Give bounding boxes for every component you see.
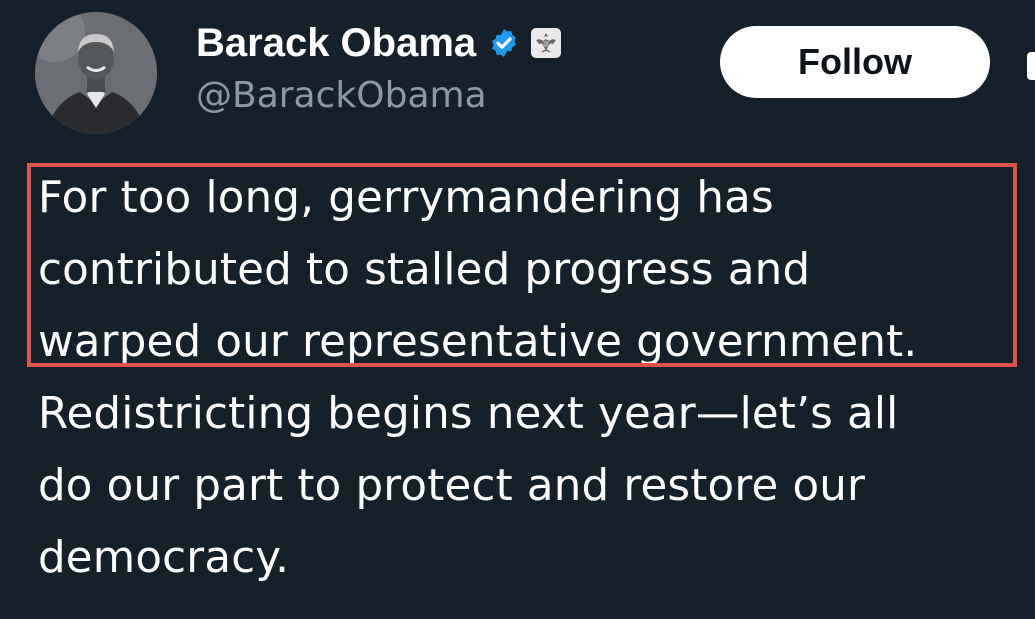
tweet-line: do our part to protect and restore our [38,461,866,511]
tweet-line: Redistricting begins next year—let’s all [38,389,899,439]
profile-photo-icon [35,12,157,134]
author-display-name[interactable]: Barack Obama [196,20,476,66]
avatar[interactable] [35,12,157,134]
tweet-screen: { "author": { "display_name": "Barack Ob… [0,0,1035,619]
highlight-annotation-box [27,163,1017,367]
edge-scroll-handle[interactable] [1027,52,1035,80]
tweet-line: democracy. [38,533,290,583]
government-seal-icon[interactable] [530,27,562,59]
author-handle[interactable]: @BarackObama [196,74,487,118]
author-name-row: Barack Obama [196,20,562,66]
follow-button[interactable]: Follow [720,26,990,98]
verified-badge-icon[interactable] [488,27,520,59]
